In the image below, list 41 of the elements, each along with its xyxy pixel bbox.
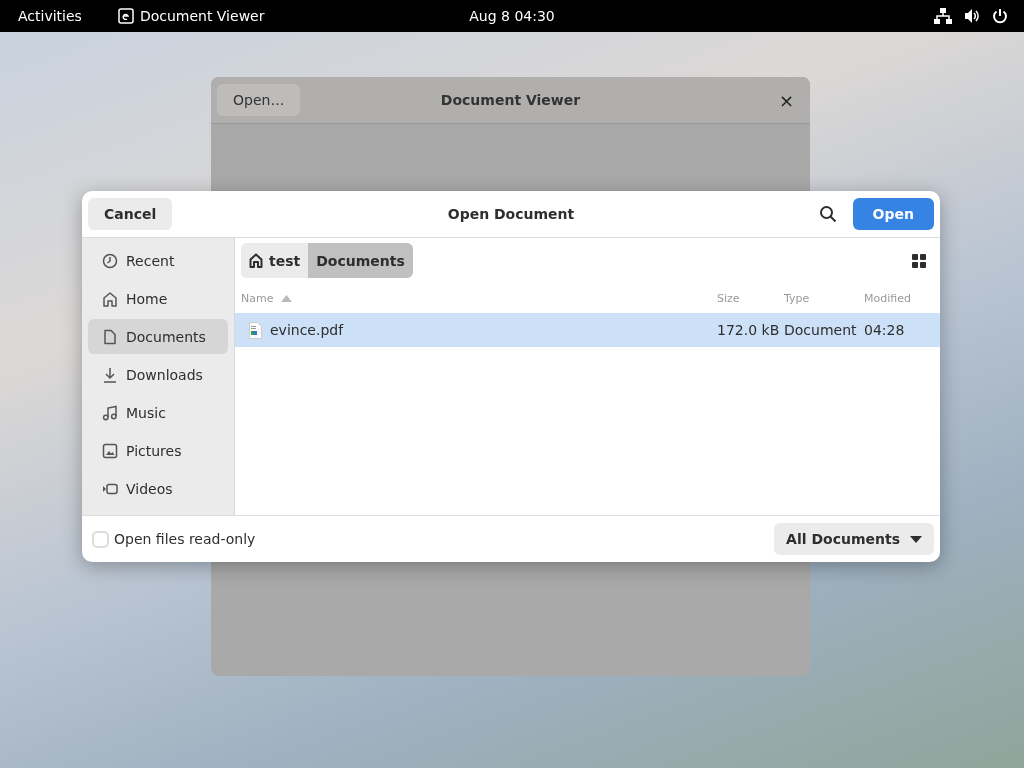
filter-dropdown[interactable]: All Documents: [774, 523, 934, 555]
sort-ascending-icon: [281, 294, 293, 302]
sidebar-item[interactable]: Pictures: [88, 433, 228, 468]
sidebar-item[interactable]: Music: [88, 395, 228, 430]
clock-icon: [102, 252, 118, 269]
window-title: Document Viewer: [440, 92, 581, 108]
app-name[interactable]: Document Viewer: [139, 8, 265, 24]
file-row[interactable]: evince.pdf 172.0 kB Document 04:28: [235, 313, 940, 347]
power-icon[interactable]: [992, 8, 1008, 24]
clock[interactable]: Aug 8 04:30: [469, 8, 555, 24]
app-icon: [117, 8, 134, 24]
sidebar-item[interactable]: Downloads: [88, 357, 228, 392]
sidebar-item[interactable]: Videos: [88, 471, 228, 506]
file-size: 172.0 kB: [717, 322, 781, 338]
network-icon[interactable]: [934, 8, 952, 24]
search-icon[interactable]: [818, 205, 837, 223]
cancel-button[interactable]: Cancel: [88, 198, 173, 230]
sidebar-item[interactable]: Home: [88, 281, 228, 316]
download-icon: [102, 366, 118, 383]
sidebar-item[interactable]: Recent: [88, 243, 228, 278]
path-button[interactable]: Documents: [308, 243, 413, 278]
open-button[interactable]: Open…: [217, 84, 301, 116]
volume-icon[interactable]: [964, 8, 980, 24]
grid-view-icon[interactable]: [912, 253, 926, 268]
caret-icon: [910, 535, 922, 543]
dialog-title: Open Document: [447, 206, 575, 222]
close-button[interactable]: ×: [772, 87, 800, 113]
home-icon: [249, 253, 263, 268]
document-file-icon: [249, 321, 262, 339]
file-name: evince.pdf: [270, 322, 344, 338]
file-modified: 04:28: [864, 322, 906, 338]
file-type: Document: [784, 322, 858, 338]
checkbox[interactable]: [92, 530, 109, 548]
home-icon: [102, 290, 118, 307]
music-note-icon: [102, 404, 118, 421]
open-button[interactable]: Open: [852, 198, 934, 230]
read-only-checkbox[interactable]: Open files read-only: [92, 530, 256, 548]
sidebar-item[interactable]: Documents: [88, 319, 228, 354]
activities-button[interactable]: Activities: [18, 8, 82, 24]
picture-icon: [102, 442, 118, 459]
document-icon: [102, 328, 118, 345]
